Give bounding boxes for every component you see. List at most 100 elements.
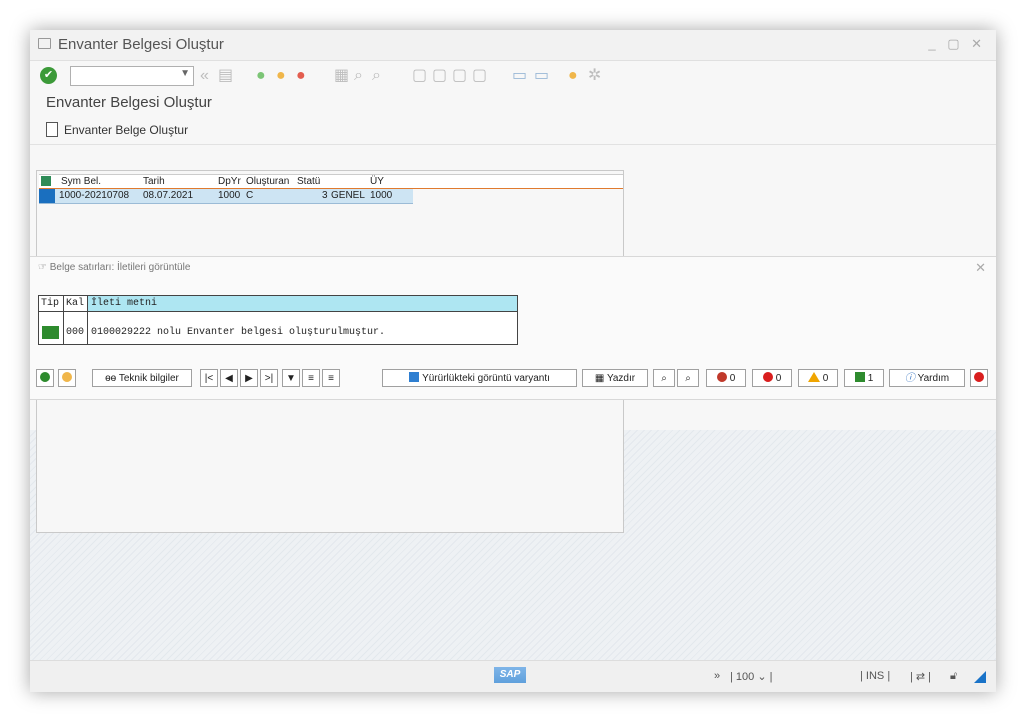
row-selector[interactable] [39, 189, 55, 203]
col-statu[interactable]: Statü [297, 176, 320, 187]
first-page-icon[interactable]: ▢ [412, 66, 427, 86]
printer-icon: ▦ [594, 373, 607, 384]
cell-statu-text: GENEL [331, 190, 365, 201]
help-icon[interactable]: ● [568, 66, 578, 86]
sort-descending-icon[interactable]: ≡ [322, 369, 340, 387]
print-button[interactable]: ▦ Yazdır [582, 369, 648, 387]
find-icon[interactable]: ⌕ [354, 66, 363, 86]
col-tarih[interactable]: Tarih [143, 176, 165, 187]
last-page-icon[interactable]: ▢ [472, 66, 487, 86]
find-button[interactable]: ⌕ [653, 369, 675, 387]
new-session-icon[interactable]: ▭ [512, 66, 527, 86]
grid-header: Sym Bel. Tarih DpYr Oluşturan Statü ÜY [39, 175, 623, 189]
binoculars-icon: ⌕ [661, 373, 667, 384]
question-button[interactable] [58, 369, 76, 387]
success-filter-button[interactable]: 1 [844, 369, 884, 387]
find-next-button[interactable]: ⌕ [677, 369, 699, 387]
enter-icon[interactable]: ✔ [40, 67, 57, 84]
application-toolbar: Envanter Belge Oluştur [30, 118, 996, 145]
sap-window: Envanter Belgesi Oluştur _ ▢ ✕ ✔ ▼ « ▤ ●… [30, 30, 996, 692]
title-bar: Envanter Belgesi Oluştur _ ▢ ✕ [30, 30, 996, 61]
command-field[interactable]: ▼ [70, 66, 194, 86]
stop-filter-button[interactable]: 0 [706, 369, 746, 387]
question-icon [62, 372, 72, 382]
info-icon: ⓘ [904, 373, 918, 384]
help-button[interactable]: ⓘ Yardım [889, 369, 965, 387]
col-olusturan[interactable]: Oluşturan [246, 176, 289, 187]
next-page-icon[interactable]: ▢ [452, 66, 467, 86]
sort-ascending-icon[interactable]: ≡ [302, 369, 320, 387]
help-label: Yardım [917, 373, 950, 384]
save-icon[interactable]: ▤ [218, 66, 233, 86]
find-next-icon[interactable]: ⌕ [372, 66, 381, 86]
cell-statu: 3 [322, 190, 328, 201]
message-kal: 000 [66, 327, 85, 338]
first-icon[interactable]: |< [200, 369, 218, 387]
sap-logo: SAP [494, 667, 526, 683]
print-label: Yazdır [606, 373, 636, 384]
message-table: Tip Kal İleti metni 000 0100029222 nolu … [38, 295, 518, 345]
cancel-icon[interactable]: ● [296, 66, 306, 86]
technical-info-button[interactable]: ɵɵ Teknik bilgiler [92, 369, 192, 387]
error-icon [762, 372, 773, 382]
layout-icon [409, 372, 420, 382]
col-dpyr[interactable]: DpYr [218, 176, 241, 187]
col-uy[interactable]: ÜY [370, 176, 384, 187]
table-row[interactable]: 1000-20210708 08.07.2021 1000 C 3 GENEL … [39, 189, 413, 204]
settings-gear-icon[interactable]: ✲ [588, 66, 601, 86]
stop-icon [716, 372, 727, 382]
error-filter-button[interactable]: 0 [752, 369, 792, 387]
cell-dpyr: 1000 [218, 190, 241, 201]
create-inventory-doc-button[interactable]: Envanter Belge Oluştur [46, 122, 188, 137]
new-document-icon [46, 122, 58, 137]
warning-icon [807, 372, 820, 382]
col-ileti-metni[interactable]: İleti metni [91, 298, 157, 309]
resize-corner-icon[interactable] [974, 671, 986, 683]
popup-title-text: Belge satırları: İletileri görüntüle [49, 262, 191, 273]
warning-filter-button[interactable]: 0 [798, 369, 838, 387]
status-expand-icon[interactable]: » [714, 670, 720, 682]
back-icon[interactable]: ● [256, 66, 266, 86]
cell-sym-bel: 1000-20210708 [59, 190, 130, 201]
col-tip[interactable]: Tip [41, 298, 59, 309]
message-table-header: Tip Kal İleti metni [39, 296, 517, 312]
success-status-icon [42, 326, 59, 339]
previous-icon[interactable]: ◀ [220, 369, 238, 387]
connection-icon: | ⇄ | [910, 671, 932, 683]
previous-page-icon[interactable]: ▢ [432, 66, 447, 86]
zoom-level[interactable]: | 100 ⌄ | [730, 670, 772, 683]
chevron-down-icon[interactable]: ▼ [180, 68, 190, 79]
input-mode-value: INS [865, 670, 885, 682]
cancel-button[interactable] [970, 369, 988, 387]
cell-olusturan: C [246, 190, 254, 201]
print-icon[interactable]: ▦ [334, 66, 349, 86]
confirm-button[interactable] [36, 369, 54, 387]
message-popup: ☞ Belge satırları: İletileri görüntüle ✕… [30, 256, 996, 400]
last-icon[interactable]: >| [260, 369, 278, 387]
document-grid: Sym Bel. Tarih DpYr Oluşturan Statü ÜY 1… [39, 174, 623, 204]
create-inventory-doc-label: Envanter Belge Oluştur [64, 123, 189, 137]
exit-icon[interactable]: ● [276, 66, 286, 86]
input-mode[interactable]: | INS | [860, 670, 890, 682]
message-text: 0100029222 nolu Envanter belgesi oluştur… [91, 327, 386, 338]
col-sym-bel[interactable]: Sym Bel. [61, 176, 101, 187]
next-icon[interactable]: ▶ [240, 369, 258, 387]
close-icon[interactable]: ✕ [975, 260, 986, 276]
technical-info-label: Teknik bilgiler [118, 373, 179, 384]
zoom-value: 100 [735, 671, 755, 683]
window-controls[interactable]: _ ▢ ✕ [928, 36, 986, 52]
message-row[interactable]: 000 0100029222 nolu Envanter belgesi olu… [39, 326, 517, 340]
popup-button-bar: ɵɵ Teknik bilgiler |< ◀ ▶ >| ▼ ≡ ≡ Yürür… [36, 369, 990, 389]
layout-variant-button[interactable]: Yürürlükteki görüntü varyantı [382, 369, 577, 387]
warning-count: 0 [822, 373, 829, 384]
back-history-icon[interactable]: « [200, 66, 209, 86]
col-kal[interactable]: Kal [66, 298, 84, 309]
lock-icon[interactable]: 🔓︎ [950, 670, 957, 683]
filter-icon[interactable]: ▼ [282, 369, 300, 387]
grid-settings-icon[interactable] [41, 176, 51, 186]
binoculars-next-icon: ⌕ [685, 373, 691, 384]
system-toolbar: ✔ ▼ « ▤ ● ● ● ▦ ⌕ ⌕ ▢ ▢ ▢ ▢ ▭ ▭ ● ✲ [30, 61, 996, 91]
error-count: 0 [775, 373, 782, 384]
success-count: 1 [867, 373, 874, 384]
shortcut-icon[interactable]: ▭ [534, 66, 549, 86]
